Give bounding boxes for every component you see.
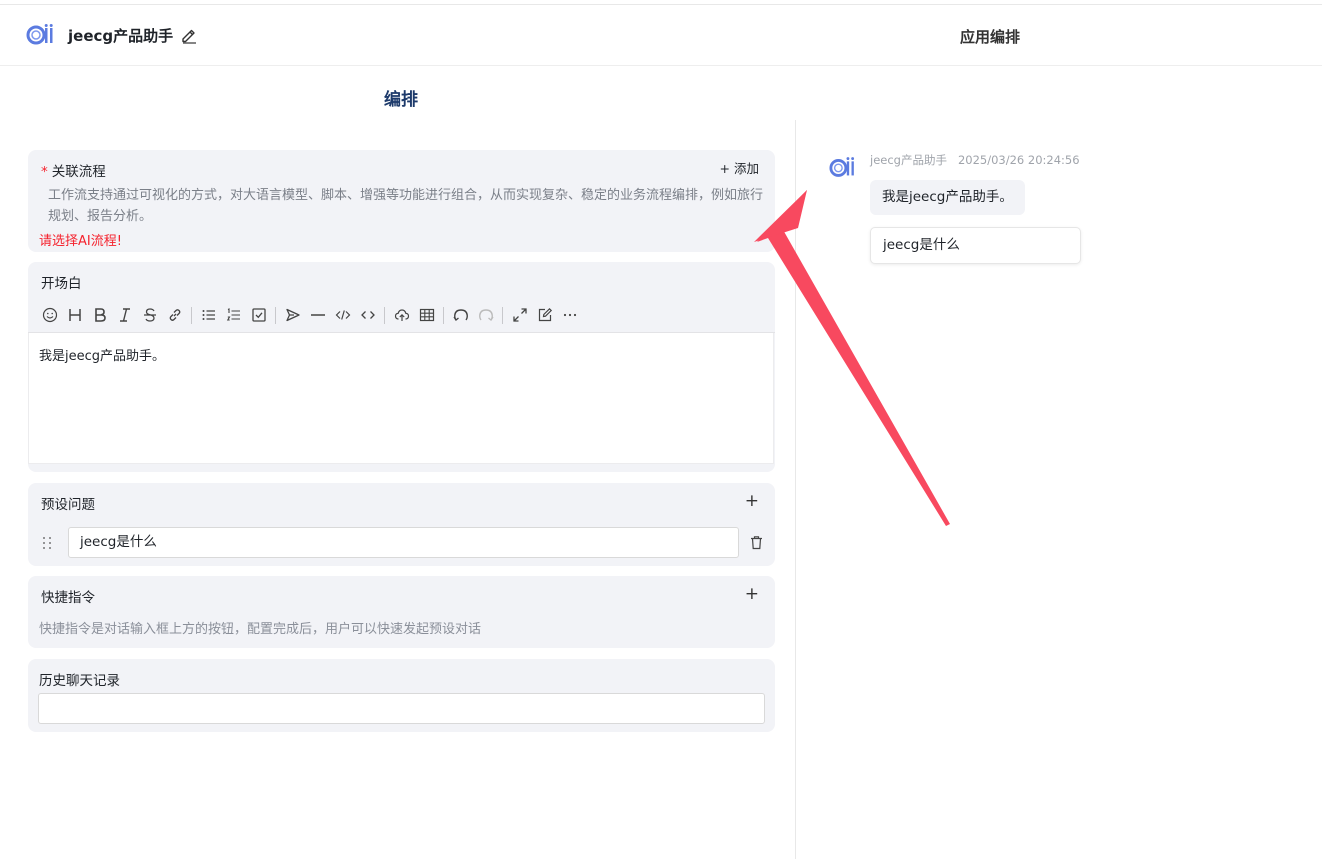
editor-toolbar [28, 298, 775, 333]
assistant-avatar-icon [829, 157, 855, 177]
preset-card: 预设问题 + jeecg是什么 [28, 483, 775, 566]
header-title: 应用编排 [960, 28, 1021, 46]
history-input[interactable] [38, 693, 765, 724]
preset-title: 预设问题 [41, 497, 95, 513]
flow-card: * 关联流程 + 添加 工作流支持通过可视化的方式，对大语言模型、脚本、增强等功能… [28, 150, 775, 252]
edit-name-icon[interactable] [180, 26, 198, 44]
flow-title: * 关联流程 [41, 160, 106, 180]
ai-logo-icon [26, 24, 53, 45]
toolbar-separator [384, 306, 385, 324]
history-title: 历史聊天记录 [39, 673, 120, 689]
emoji-icon[interactable] [37, 303, 62, 328]
assistant-message-bubble: 我是jeecg产品助手。 [870, 180, 1025, 215]
table-icon[interactable] [414, 303, 439, 328]
flow-error-message: 请选择AI流程! [39, 234, 122, 249]
toolbar-separator [443, 306, 444, 324]
add-shortcut-button[interactable]: + [745, 586, 759, 603]
add-preset-button[interactable]: + [745, 493, 759, 510]
horizontal-rule-icon[interactable] [305, 303, 330, 328]
toolbar-separator [275, 306, 276, 324]
preset-question-chip[interactable]: jeecg是什么 [870, 227, 1081, 264]
message-meta: jeecg产品助手 2025/03/26 20:24:56 [870, 152, 1080, 168]
history-card: 历史聊天记录 [28, 659, 775, 732]
inline-code-icon[interactable] [355, 303, 380, 328]
delete-icon[interactable] [749, 535, 764, 550]
message-timestamp: 2025/03/26 20:24:56 [957, 153, 1080, 167]
ordered-list-icon[interactable] [221, 303, 246, 328]
panel-divider [795, 120, 796, 859]
app-name: jeecg产品助手 [68, 27, 174, 45]
shortcut-card: 快捷指令 + 快捷指令是对话输入框上方的按钮，配置完成后，用户可以快速发起预设对… [28, 576, 775, 648]
toolbar-separator [191, 306, 192, 324]
checklist-icon[interactable] [246, 303, 271, 328]
app-header: jeecg产品助手 应用编排 [0, 5, 1322, 66]
heading-icon[interactable] [62, 303, 87, 328]
strikethrough-icon[interactable] [137, 303, 162, 328]
undo-icon[interactable] [448, 303, 473, 328]
quote-icon[interactable] [280, 303, 305, 328]
opening-editor[interactable]: 我是jeecg产品助手。 [28, 333, 774, 464]
upload-icon[interactable] [389, 303, 414, 328]
link-icon[interactable] [162, 303, 187, 328]
redo-icon[interactable] [473, 303, 498, 328]
preset-question-input[interactable]: jeecg是什么 [68, 527, 739, 558]
toolbar-separator [502, 306, 503, 324]
italic-icon[interactable] [112, 303, 137, 328]
add-flow-button[interactable]: + 添加 [720, 158, 759, 177]
more-icon[interactable] [557, 303, 582, 328]
opening-title: 开场白 [41, 276, 82, 292]
flow-title-label: 关联流程 [51, 164, 106, 180]
section-heading: 编排 [384, 90, 418, 110]
bold-icon[interactable] [87, 303, 112, 328]
drag-handle-icon[interactable] [41, 536, 53, 550]
flow-description: 工作流支持通过可视化的方式，对大语言模型、脚本、增强等功能进行组合，从而实现复杂… [48, 188, 764, 224]
opening-card: 开场白 我是jeecg产品助手。 [28, 262, 775, 472]
fullscreen-icon[interactable] [507, 303, 532, 328]
required-mark: * [41, 164, 48, 180]
edit-preview-icon[interactable] [532, 303, 557, 328]
message-sender: jeecg产品助手 [870, 153, 947, 167]
opening-content: 我是jeecg产品助手。 [39, 349, 166, 364]
code-icon[interactable] [330, 303, 355, 328]
bullet-list-icon[interactable] [196, 303, 221, 328]
shortcut-hint: 快捷指令是对话输入框上方的按钮，配置完成后，用户可以快速发起预设对话 [39, 622, 482, 637]
shortcut-title: 快捷指令 [41, 590, 95, 606]
